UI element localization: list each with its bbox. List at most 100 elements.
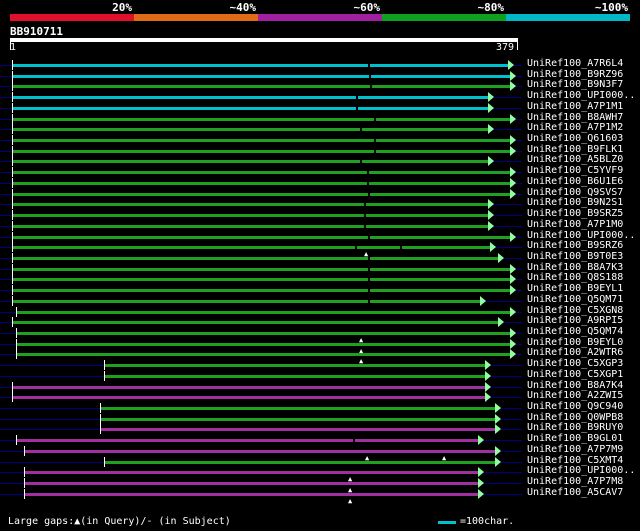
hit-label-link[interactable]: UniRef100_UPI000.. [527,90,635,101]
hit-label-link[interactable]: UniRef100_Q61603 [527,133,623,144]
hit-label-link[interactable]: UniRef100_B9EYL1 [527,283,623,294]
hit-end-arrow-icon [510,307,516,317]
hit-alignment-bar[interactable] [12,386,485,389]
hit-label-link[interactable]: UniRef100_A5BLZ0 [527,154,623,165]
subject-gap-mark [374,150,376,153]
hit-alignment-bar[interactable] [12,64,508,67]
hit-alignment-bar[interactable] [100,428,495,431]
hit-alignment-bar[interactable] [104,461,495,464]
legend-swatch [382,14,506,21]
hit-alignment-bar[interactable] [24,482,478,485]
hit-alignment-bar[interactable] [12,300,480,303]
hit-alignment-bar[interactable] [104,375,485,378]
hit-label-link[interactable]: UniRef100_A7R6L4 [527,58,623,69]
hit-alignment-bar[interactable] [16,332,510,335]
hit-alignment-bar[interactable] [12,139,510,142]
hit-start-mark [12,285,13,295]
hit-end-arrow-icon [478,467,484,477]
hit-label-link[interactable]: UniRef100_A7P1M2 [527,122,623,133]
hit-alignment-bar[interactable] [12,268,510,271]
hit-label-link[interactable]: UniRef100_B9RUY0 [527,422,623,433]
hit-start-mark [16,349,17,359]
hit-alignment-bar[interactable] [12,171,510,174]
hit-alignment-bar[interactable] [100,418,495,421]
hit-alignment-bar[interactable] [16,353,510,356]
hit-alignment-bar[interactable] [12,107,488,110]
hit-alignment-bar[interactable] [12,75,510,78]
hit-alignment-bar[interactable] [12,203,488,206]
hit-end-arrow-icon [510,146,516,156]
hit-label-link[interactable]: UniRef100_B9N2S1 [527,197,623,208]
hit-label-link[interactable]: UniRef100_B9N3F7 [527,79,623,90]
hit-alignment-bar[interactable] [12,289,510,292]
hit-label-link[interactable]: UniRef100_Q5QM74 [527,326,623,337]
subject-gap-mark [368,193,370,196]
hit-alignment-bar[interactable] [12,182,510,185]
hit-start-mark [12,242,13,252]
hit-label-link[interactable]: UniRef100_C5XGP3 [527,358,623,369]
hit-alignment-bar[interactable] [12,128,488,131]
hit-label-link[interactable]: UniRef100_A7P7M8 [527,476,623,487]
hit-label-link[interactable]: UniRef100_Q9C940 [527,401,623,412]
hit-alignment-bar[interactable] [12,396,485,399]
hit-alignment-bar[interactable] [12,96,488,99]
hit-alignment-bar[interactable] [24,450,495,453]
hit-alignment-bar[interactable] [12,193,510,196]
subject-gap-mark [368,278,370,281]
hit-alignment-bar[interactable] [24,471,478,474]
hit-alignment-bar[interactable] [12,236,510,239]
hit-alignment-bar[interactable] [16,311,510,314]
hit-end-arrow-icon [510,189,516,199]
hit-alignment-bar[interactable] [12,118,510,121]
hit-end-arrow-icon [495,414,501,424]
hit-label-link[interactable]: UniRef100_A2ZWI5 [527,390,623,401]
hit-end-arrow-icon [510,167,516,177]
subject-gap-mark [368,289,370,292]
subject-gap-mark [374,118,376,121]
hit-alignment-bar[interactable] [24,493,478,496]
hit-alignment-bar[interactable] [12,214,488,217]
hit-label-link[interactable]: UniRef100_C5XGP1 [527,369,623,380]
hit-label-link[interactable]: UniRef100_A5CAV7 [527,487,623,498]
hit-label-link[interactable]: UniRef100_A7P1M0 [527,219,623,230]
hit-alignment-bar[interactable] [12,257,498,260]
hit-alignment-bar[interactable] [12,150,510,153]
hit-label-link[interactable]: UniRef100_A9RPI5 [527,315,623,326]
hit-end-arrow-icon [488,199,494,209]
hit-start-mark [100,403,101,413]
hit-start-mark [12,71,13,81]
hit-label-link[interactable]: UniRef100_C5YVF9 [527,165,623,176]
hit-label-link[interactable]: UniRef100_A7P1M1 [527,101,623,112]
hit-label-link[interactable]: UniRef100_B9T0E3 [527,251,623,262]
hit-label-link[interactable]: UniRef100_A2WTR6 [527,347,623,358]
hit-label-link[interactable]: UniRef100_B9SRZ6 [527,240,623,251]
hit-alignment-bar[interactable] [12,85,510,88]
hit-start-mark [12,114,13,124]
subject-gap-mark [369,75,371,78]
hit-alignment-bar[interactable] [100,407,495,410]
hit-start-mark [24,489,25,499]
hit-end-arrow-icon [510,135,516,145]
hit-alignment-bar[interactable] [12,278,510,281]
hit-end-arrow-icon [510,264,516,274]
hit-label-link[interactable]: UniRef100_UPI000.. [527,465,635,476]
hit-alignment-bar[interactable] [12,321,498,324]
hit-alignment-bar[interactable] [104,364,485,367]
hit-end-arrow-icon [510,71,516,81]
hit-label-link[interactable]: UniRef100_Q8S188 [527,272,623,283]
hit-label-link[interactable]: UniRef100_B6U1E6 [527,176,623,187]
hit-alignment-bar[interactable] [12,246,490,249]
hit-alignment-bar[interactable] [12,225,488,228]
hit-end-arrow-icon [510,81,516,91]
hit-label-link[interactable]: UniRef100_B9SRZ5 [527,208,623,219]
hit-label-link[interactable]: UniRef100_Q5QM71 [527,294,623,305]
hit-start-mark [104,360,105,370]
subject-gap-mark [360,128,362,131]
hit-label-link[interactable]: UniRef100_B9GL01 [527,433,623,444]
hit-alignment-bar[interactable] [16,343,510,346]
hit-alignment-bar[interactable] [16,439,478,442]
hit-label-link[interactable]: UniRef100_A7P7M9 [527,444,623,455]
query-bar [10,38,518,42]
legend-label: ~100% [594,1,628,14]
hit-alignment-bar[interactable] [12,160,488,163]
